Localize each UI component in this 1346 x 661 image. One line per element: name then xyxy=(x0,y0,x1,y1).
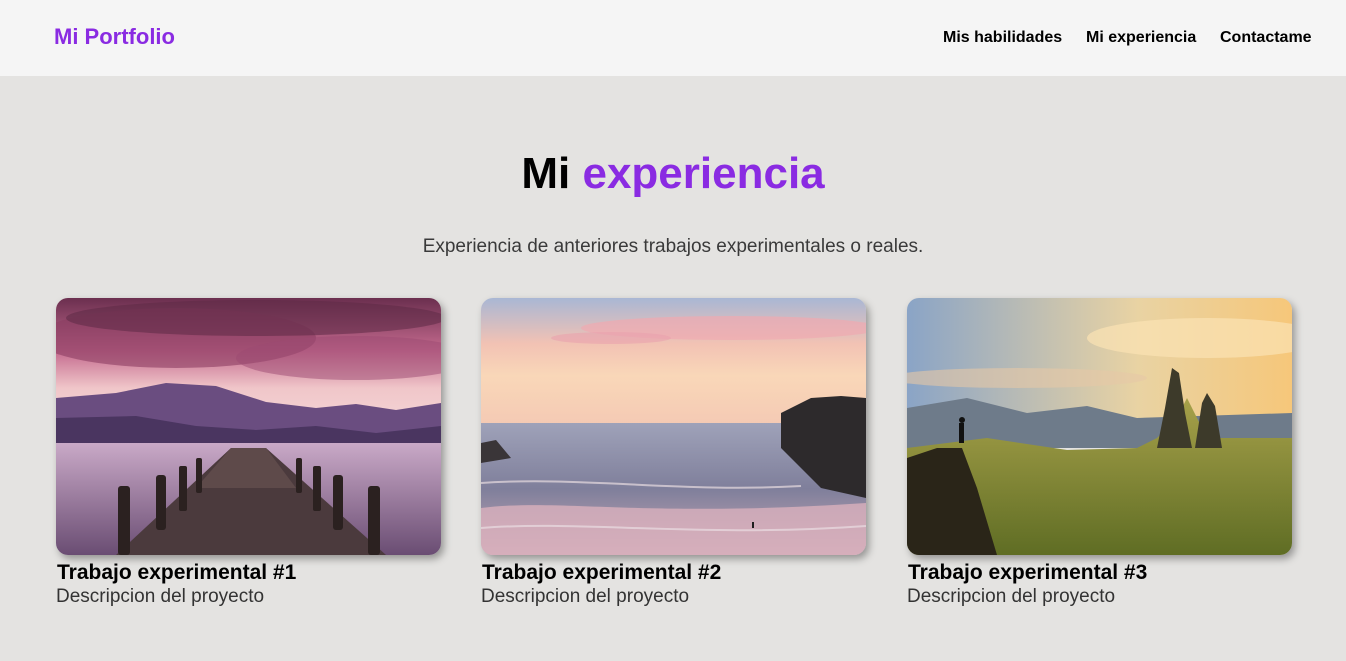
project-title: Trabajo experimental #1 xyxy=(57,561,297,584)
project-description: Descripcion del proyecto xyxy=(481,586,690,607)
project-card: Trabajo experimental #3 Descripcion del … xyxy=(907,298,1293,608)
project-image[interactable] xyxy=(481,298,866,555)
project-title: Trabajo experimental #2 xyxy=(482,561,722,584)
brand-logo-link[interactable]: Mi Portfolio xyxy=(54,24,175,50)
project-card: Trabajo experimental #1 Descripcion del … xyxy=(56,298,442,608)
nav-link-experience[interactable]: Mi experiencia xyxy=(1086,28,1196,48)
navbar: Mi Portfolio Mis habilidades Mi experien… xyxy=(0,0,1346,76)
project-description: Descripcion del proyecto xyxy=(56,586,265,607)
nav-link-contact[interactable]: Contactame xyxy=(1220,28,1312,48)
beach-sunset-image xyxy=(481,298,866,555)
lake-pier-sunset-image xyxy=(56,298,441,555)
title-plain: Mi xyxy=(521,149,571,198)
project-description: Descripcion del proyecto xyxy=(907,586,1116,607)
section-subtitle: Experiencia de anteriores trabajos exper… xyxy=(422,236,924,257)
nav-link-skills[interactable]: Mis habilidades xyxy=(943,28,1062,48)
project-image[interactable] xyxy=(56,298,441,555)
section-title: Mi experiencia xyxy=(0,146,1346,202)
project-title: Trabajo experimental #3 xyxy=(908,561,1148,584)
mountain-hiker-image xyxy=(907,298,1292,555)
project-image[interactable] xyxy=(907,298,1292,555)
title-accent: experiencia xyxy=(582,149,825,198)
project-card: Trabajo experimental #2 Descripcion del … xyxy=(481,298,867,608)
